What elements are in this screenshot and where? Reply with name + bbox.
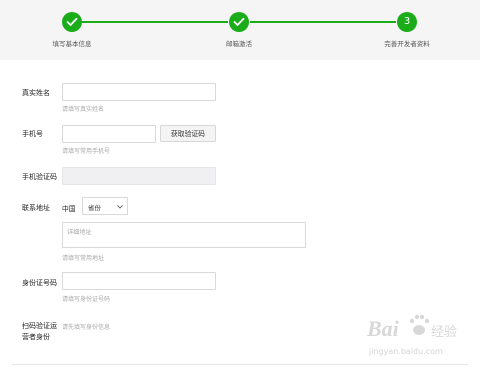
province-select-value: 省份 [88, 204, 101, 212]
phone-input[interactable] [62, 125, 156, 143]
step-2-label: 邮箱激活 [226, 40, 252, 48]
scan-verify-label-line1: 扫码验证运 [22, 322, 57, 330]
real-name-hint: 请填写真实姓名 [62, 106, 105, 113]
get-verification-code-button[interactable]: 获取验证码 [160, 125, 216, 142]
id-number-hint: 请填写身份证号码 [62, 296, 111, 303]
address-detail-input[interactable]: 详细地址 [62, 222, 306, 248]
address-detail-placeholder: 详细地址 [67, 229, 92, 236]
step-1-label: 填写基本信息 [52, 40, 92, 48]
address-label: 联系地址 [22, 204, 50, 212]
phone-label: 手机号 [22, 130, 43, 138]
scan-verify-hint: 请先填写身份信息 [62, 324, 111, 331]
id-number-label: 身份证号码 [22, 279, 57, 287]
baidu-jingyan-watermark: Bai 经验 jingyan.baidu.com [365, 310, 475, 360]
watermark-text-jingyan: 经验 [431, 324, 457, 340]
watermark-text-bai: Bai [366, 316, 400, 341]
address-hint: 请填写常用地址 [62, 255, 105, 262]
paw-icon [409, 314, 430, 335]
watermark-url: jingyan.baidu.com [368, 347, 443, 356]
step-1-done-icon [62, 12, 82, 32]
step-3-label: 完善开发者资料 [384, 40, 430, 48]
real-name-label: 真实姓名 [22, 89, 50, 97]
phone-hint: 请填写常用手机号 [62, 148, 111, 155]
step-connector-2 [250, 21, 396, 23]
real-name-input[interactable] [62, 83, 216, 101]
step-connector-1 [82, 21, 228, 23]
bottom-divider [12, 364, 468, 365]
chevron-down-icon [117, 205, 123, 209]
id-number-input[interactable] [62, 272, 216, 290]
province-select[interactable]: 省份 [82, 197, 128, 215]
step-3-current-number: 3 [397, 12, 417, 32]
phone-code-input[interactable] [62, 167, 216, 185]
phone-code-label: 手机验证码 [22, 173, 57, 181]
address-country: 中国 [62, 205, 76, 213]
step-2-done-icon [229, 12, 249, 32]
scan-verify-label-line2: 营者身份 [22, 333, 50, 341]
steps-progress-bar: 3 填写基本信息 邮箱激活 完善开发者资料 [0, 0, 480, 60]
